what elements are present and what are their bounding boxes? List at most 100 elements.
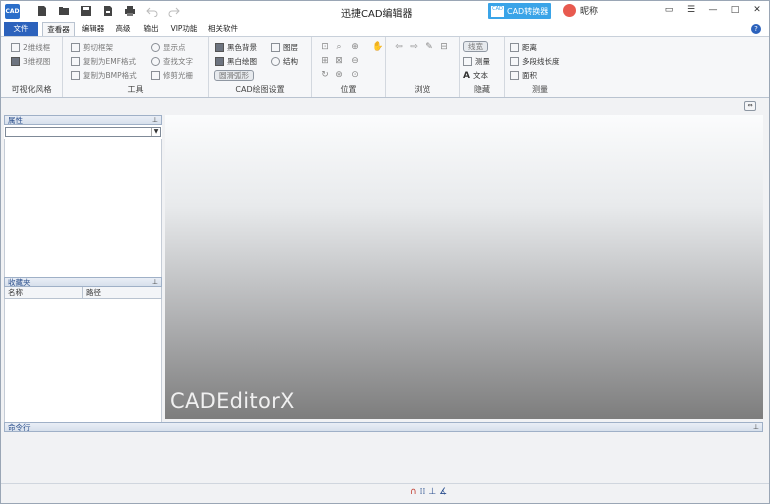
cad-converter-icon: CAD (491, 5, 504, 17)
column-name[interactable]: 名称 (5, 287, 83, 298)
copy-bmp-button[interactable]: 复制为BMP格式 (71, 70, 137, 81)
text-toggle[interactable]: A 文本 (463, 70, 488, 81)
view-dropdown-icon[interactable]: ⊙ (350, 70, 360, 80)
pin-icon[interactable]: ⊥ (152, 116, 158, 125)
feedback-icon[interactable]: ▭ (663, 4, 675, 16)
user-nickname[interactable]: 昵称 (563, 4, 598, 17)
command-title: 命令行 (8, 423, 31, 432)
save-icon[interactable] (79, 4, 93, 18)
group-position: ⊡ ⌕ ⊕ ✋ ⊞ ⊠ ⊖ ↻ ⊛ ⊙ 位置 (312, 37, 386, 97)
polyline-length-button[interactable]: 多段线长度 (510, 56, 560, 67)
cube-icon (11, 57, 20, 66)
collapse-ribbon-icon[interactable]: ⇔ (744, 101, 756, 111)
zoom-window-icon[interactable]: ⊡ (320, 42, 330, 52)
clip-frame-label: 剪切框架 (83, 43, 113, 52)
trim-raster-button[interactable]: 修剪光栅 (151, 70, 193, 81)
favorites-title: 收藏夹 (8, 278, 31, 287)
zoom-out-icon[interactable]: ⊖ (350, 56, 360, 66)
back-arrow-icon[interactable]: ⇦ (394, 42, 404, 52)
close-icon[interactable]: ✕ (751, 4, 763, 16)
polyline-icon (510, 57, 519, 66)
show-points-button[interactable]: 显示点 (151, 42, 186, 53)
layers-button[interactable]: 图层 (271, 42, 298, 53)
structure-icon (271, 57, 280, 66)
area-icon (510, 71, 519, 80)
group-label-tools: 工具 (127, 85, 144, 94)
app-logo: CAD (5, 4, 20, 19)
group-measure: 距离 多段线长度 面积 测量 (505, 37, 575, 97)
group-label-hide: 隐藏 (474, 85, 490, 94)
linewidth-label: 线宽 (468, 41, 483, 51)
zoom-extents-icon[interactable]: ⊞ (320, 56, 330, 66)
tab-viewer[interactable]: 查看器 (42, 22, 75, 36)
redo-icon[interactable] (167, 4, 181, 18)
structure-button[interactable]: 结构 (271, 56, 298, 67)
tab-file[interactable]: 文件 (4, 22, 38, 36)
copy-bmp-icon (71, 71, 80, 80)
tab-output[interactable]: 输出 (141, 22, 161, 36)
copy-bmp-label: 复制为BMP格式 (83, 71, 137, 80)
show-points-label: 显示点 (163, 43, 186, 52)
drawing-canvas[interactable]: CADEditorX (165, 115, 763, 419)
export-pdf-icon[interactable] (101, 4, 115, 18)
zoom-magnifier-icon[interactable]: ⌕ (334, 42, 344, 52)
polyline-length-label: 多段线长度 (522, 57, 560, 66)
maximize-icon[interactable]: □ (729, 4, 741, 16)
tab-editor[interactable]: 编辑器 (79, 22, 107, 36)
menu-icon[interactable]: ☰ (685, 4, 697, 16)
zoom-in-icon[interactable]: ⊕ (350, 42, 360, 52)
group-tools: 剪切框架 复制为EMF格式 复制为BMP格式 显示点 查找文字 修剪光栅 工具 (63, 37, 209, 97)
distance-button[interactable]: 距离 (510, 42, 537, 53)
measure-toggle[interactable]: 测量 (463, 56, 490, 67)
area-button[interactable]: 面积 (510, 70, 537, 81)
polar-icon[interactable]: ∡ (439, 487, 447, 497)
pin-icon[interactable]: ⊥ (152, 278, 158, 287)
layers-label: 图层 (283, 43, 298, 52)
clip-frame-button[interactable]: 剪切框架 (71, 42, 113, 53)
undo-icon[interactable] (145, 4, 159, 18)
snap-magnet-icon[interactable]: ∩ (410, 487, 417, 497)
cad-converter-button[interactable]: CAD CAD转换器 (488, 3, 551, 19)
orbit-icon[interactable]: ⊛ (334, 70, 344, 80)
forward-arrow-icon[interactable]: ⇨ (409, 42, 419, 52)
measure-toggle-label: 测量 (475, 57, 490, 66)
bw-drawing-button[interactable]: 黑白绘图 (215, 56, 257, 67)
status-icons: ∩ ⁞⁞ ⊥ ∡ (410, 487, 447, 497)
new-file-icon[interactable] (35, 4, 49, 18)
favorites-list (4, 299, 162, 425)
edit-icon[interactable]: ✎ (424, 42, 434, 52)
find-text-button[interactable]: 查找文字 (151, 56, 193, 67)
open-folder-icon[interactable] (57, 4, 71, 18)
wireframe-2d-button[interactable]: 2维线框 (11, 42, 50, 53)
minimize-icon[interactable]: — (707, 4, 719, 16)
properties-dropdown[interactable]: ▼ (5, 127, 161, 137)
snapshot-icon[interactable]: ⊟ (439, 42, 449, 52)
ortho-icon[interactable]: ⊥ (428, 487, 436, 497)
view-3d-button[interactable]: 3维视图 (11, 56, 50, 67)
rotate-icon[interactable]: ↻ (320, 70, 330, 80)
grid-icon[interactable]: ⁞⁞ (420, 487, 426, 497)
view-3d-label: 3维视图 (23, 57, 51, 66)
black-bg-icon (215, 43, 224, 52)
black-background-button[interactable]: 黑色背景 (215, 42, 257, 53)
group-drawing-settings: 黑色背景 黑白绘图 圆滑弧形 图层 结构 CAD绘图设置 (209, 37, 312, 97)
print-icon[interactable] (123, 4, 137, 18)
pan-hand-icon[interactable]: ✋ (372, 42, 383, 52)
group-visual-style: 2维线框 3维视图 可视化风格 (1, 37, 63, 97)
command-header: 命令行 ⊥ (4, 422, 763, 432)
help-icon[interactable]: ? (751, 24, 761, 34)
smooth-arc-button[interactable]: 圆滑弧形 (214, 70, 254, 81)
distance-label: 距离 (522, 43, 537, 52)
tab-advanced[interactable]: 高级 (113, 22, 133, 36)
tab-vip[interactable]: VIP功能 (169, 22, 199, 36)
area-label: 面积 (522, 71, 537, 80)
fit-icon[interactable]: ⊠ (334, 56, 344, 66)
cad-converter-label: CAD转换器 (507, 6, 549, 16)
pin-icon[interactable]: ⊥ (753, 423, 759, 432)
tab-related[interactable]: 相关软件 (206, 22, 240, 36)
copy-emf-button[interactable]: 复制为EMF格式 (71, 56, 136, 67)
column-path[interactable]: 路径 (83, 287, 161, 298)
linewidth-toggle[interactable]: 线宽 (463, 41, 488, 52)
group-browse: ⇦ ⇨ ✎ ⊟ 浏览 (386, 37, 460, 97)
group-label-visual-style: 可视化风格 (11, 85, 52, 94)
